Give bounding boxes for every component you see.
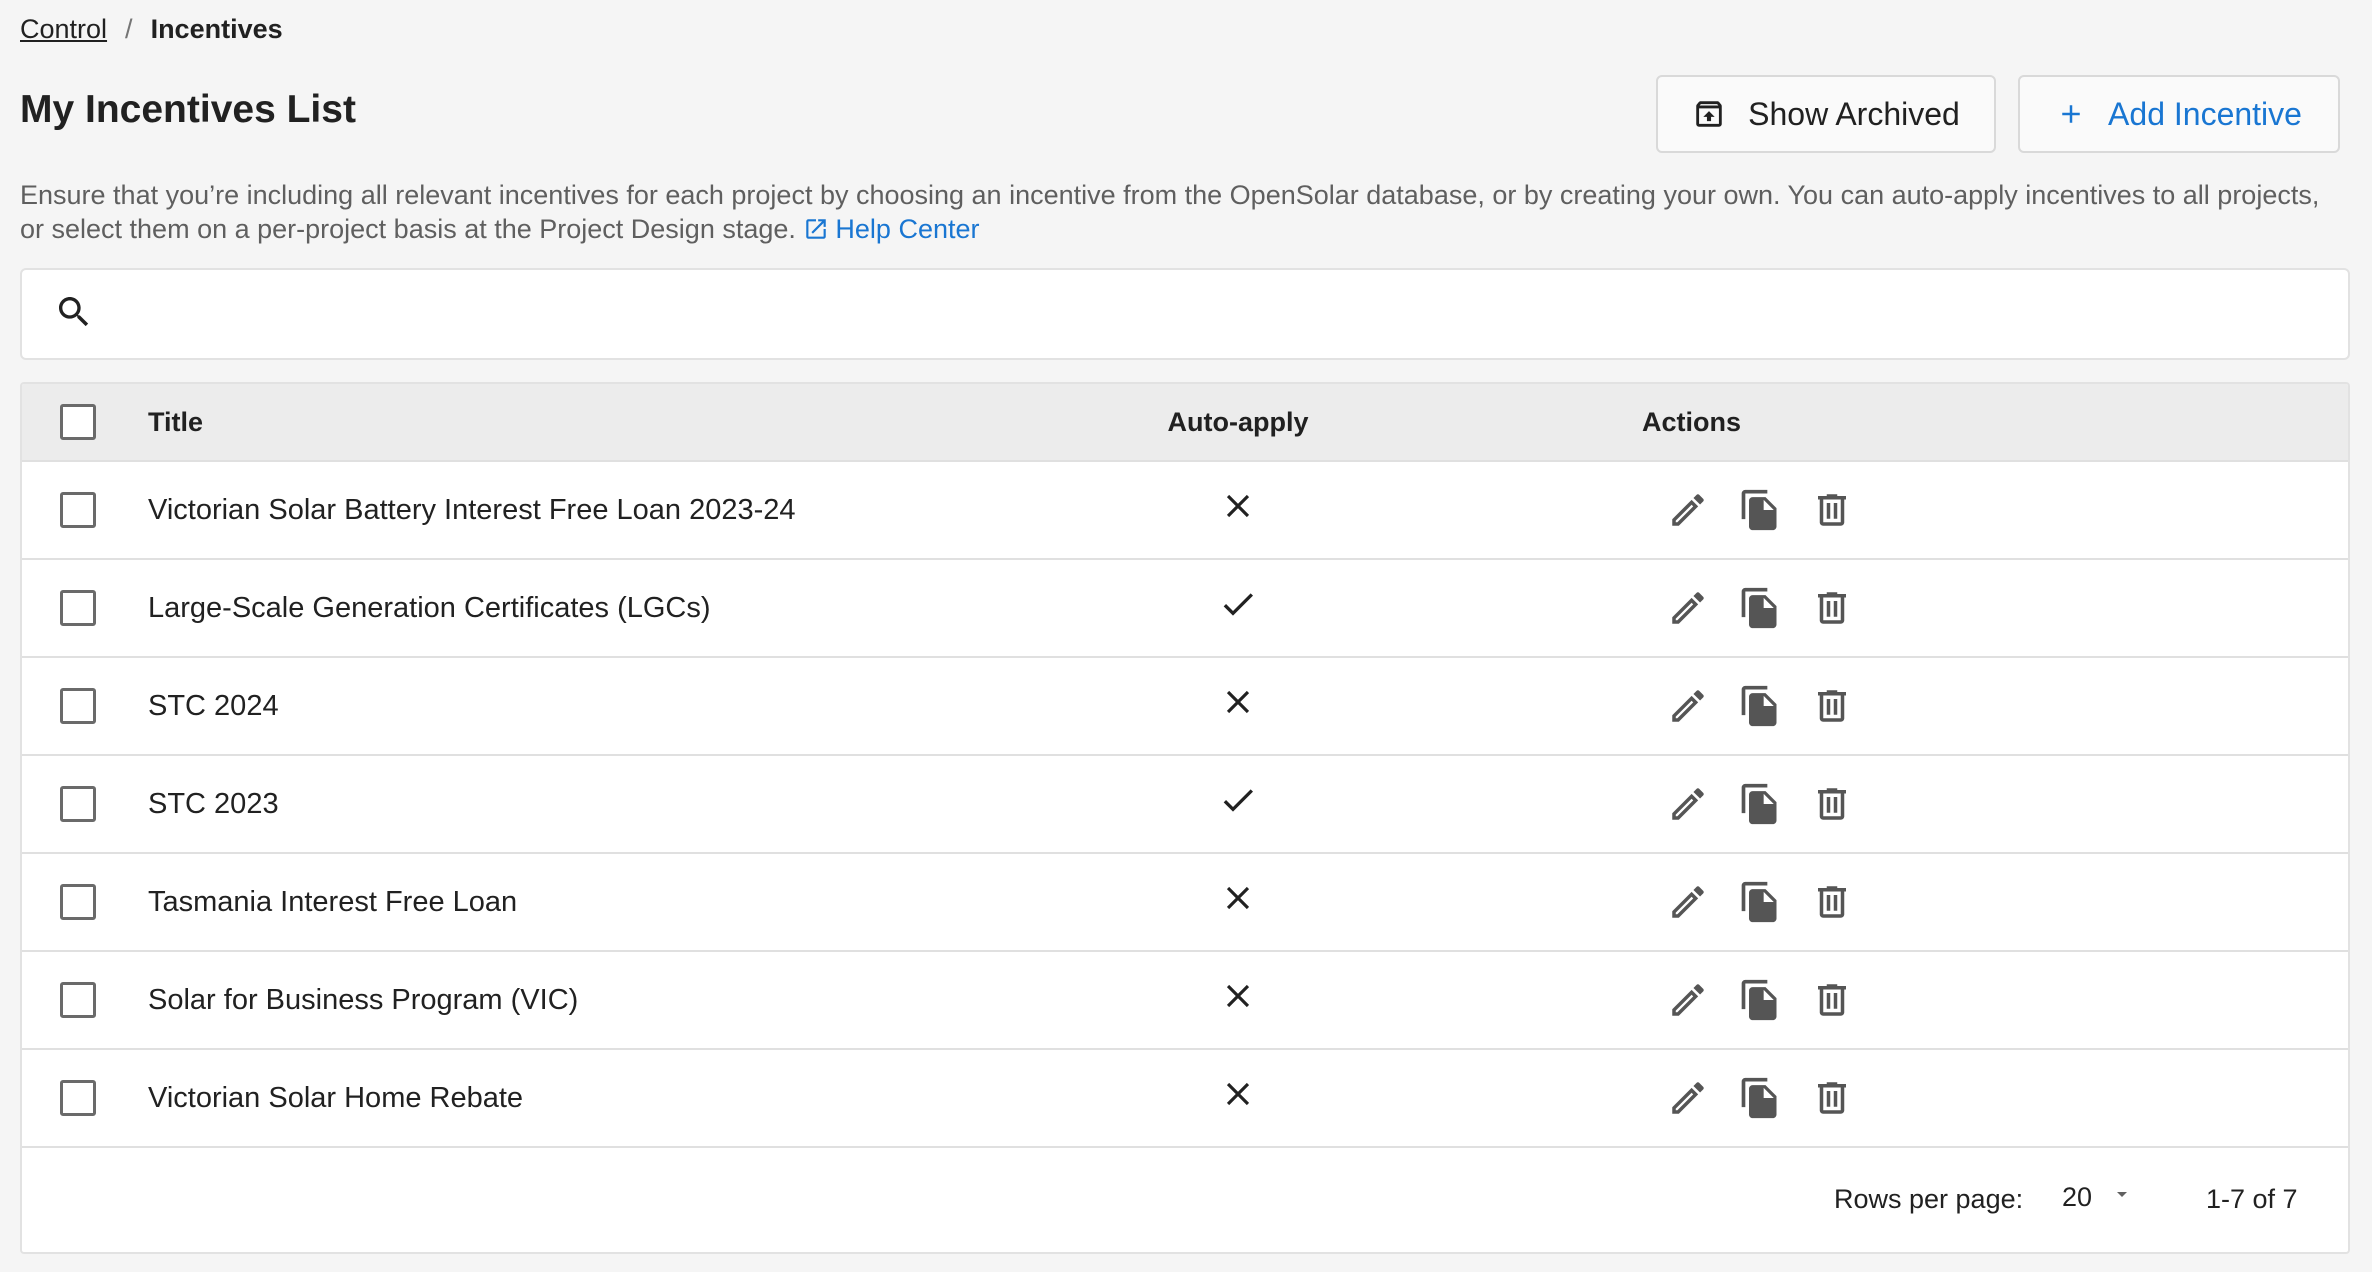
row-checkbox[interactable] (60, 982, 96, 1018)
row-title: Solar for Business Program (VIC) (148, 983, 579, 1016)
check-icon (1218, 780, 1258, 828)
table-row[interactable]: Victorian Solar Battery Interest Free Lo… (22, 462, 2348, 560)
help-center-label: Help Center (835, 214, 980, 244)
incentives-page: Control / Incentives My Incentives List … (0, 0, 2372, 1272)
row-checkbox[interactable] (60, 492, 96, 528)
table-row[interactable]: Victorian Solar Home Rebate (22, 1050, 2348, 1148)
delete-icon[interactable] (1808, 682, 1856, 730)
row-title: Victorian Solar Home Rebate (148, 1081, 524, 1114)
incentives-table: Title Auto-apply Actions Victorian Solar… (20, 382, 2350, 1254)
breadcrumb: Control / Incentives (20, 14, 283, 45)
table-pagination: Rows per page: 20 1-7 of 7 (22, 1148, 2348, 1252)
page-title: My Incentives List (20, 88, 356, 131)
header-title: Title (148, 406, 204, 437)
table-row[interactable]: Large-Scale Generation Certificates (LGC… (22, 560, 2348, 658)
duplicate-icon[interactable] (1736, 878, 1784, 926)
row-title: STC 2023 (148, 787, 279, 820)
table-row[interactable]: Tasmania Interest Free Loan (22, 854, 2348, 952)
show-archived-button[interactable]: Show Archived (1656, 75, 1996, 153)
add-incentive-button[interactable]: Add Incentive (2018, 75, 2340, 153)
table-row[interactable]: STC 2023 (22, 756, 2348, 854)
table-body: Victorian Solar Battery Interest Free Lo… (22, 462, 2348, 1148)
table-row[interactable]: STC 2024 (22, 658, 2348, 756)
page-range: 1-7 of 7 (2206, 1184, 2298, 1214)
delete-icon[interactable] (1808, 486, 1856, 534)
edit-icon[interactable] (1664, 780, 1712, 828)
row-checkbox[interactable] (60, 1080, 96, 1116)
delete-icon[interactable] (1808, 976, 1856, 1024)
breadcrumb-control-link[interactable]: Control (20, 14, 107, 45)
close-icon (1219, 879, 1257, 925)
header-actions: Actions (1642, 406, 1742, 437)
edit-icon[interactable] (1664, 682, 1712, 730)
table-row[interactable]: Solar for Business Program (VIC) (22, 952, 2348, 1050)
page-description: Ensure that you’re including all relevan… (20, 178, 2340, 250)
row-title: Tasmania Interest Free Loan (148, 885, 518, 918)
row-checkbox[interactable] (60, 688, 96, 724)
table-header: Title Auto-apply Actions (22, 384, 2348, 462)
breadcrumb-separator: / (125, 14, 133, 44)
edit-icon[interactable] (1664, 584, 1712, 632)
row-title: STC 2024 (148, 689, 279, 722)
archive-icon (1692, 97, 1726, 131)
delete-icon[interactable] (1808, 584, 1856, 632)
check-icon (1218, 584, 1258, 632)
caret-down-icon (2110, 1182, 2134, 1213)
row-title: Large-Scale Generation Certificates (LGC… (148, 591, 711, 624)
close-icon (1219, 487, 1257, 533)
close-icon (1219, 683, 1257, 729)
search-bar (20, 268, 2350, 360)
edit-icon[interactable] (1664, 1074, 1712, 1122)
edit-icon[interactable] (1664, 878, 1712, 926)
duplicate-icon[interactable] (1736, 1074, 1784, 1122)
select-all-checkbox[interactable] (60, 404, 96, 440)
open-in-new-icon (803, 216, 829, 250)
search-input[interactable] (114, 298, 2348, 330)
close-icon (1219, 1075, 1257, 1121)
rows-per-page-value: 20 (2062, 1182, 2093, 1212)
row-checkbox[interactable] (60, 884, 96, 920)
duplicate-icon[interactable] (1736, 486, 1784, 534)
duplicate-icon[interactable] (1736, 584, 1784, 632)
rows-per-page-select[interactable]: 20 (2062, 1182, 2134, 1213)
duplicate-icon[interactable] (1736, 682, 1784, 730)
delete-icon[interactable] (1808, 780, 1856, 828)
breadcrumb-current: Incentives (150, 14, 283, 44)
edit-icon[interactable] (1664, 976, 1712, 1024)
plus-icon (2056, 99, 2086, 129)
edit-icon[interactable] (1664, 486, 1712, 534)
row-title: Victorian Solar Battery Interest Free Lo… (148, 493, 796, 526)
duplicate-icon[interactable] (1736, 780, 1784, 828)
duplicate-icon[interactable] (1736, 976, 1784, 1024)
delete-icon[interactable] (1808, 878, 1856, 926)
help-center-link[interactable]: Help Center (803, 214, 980, 244)
close-icon (1219, 977, 1257, 1023)
add-incentive-label: Add Incentive (2108, 95, 2302, 132)
row-checkbox[interactable] (60, 786, 96, 822)
rows-per-page-label: Rows per page: (1834, 1184, 2024, 1214)
search-icon (54, 292, 94, 337)
row-checkbox[interactable] (60, 590, 96, 626)
show-archived-label: Show Archived (1748, 95, 1960, 132)
header-auto-apply: Auto-apply (1167, 406, 1309, 437)
description-text: Ensure that you’re including all relevan… (20, 180, 2320, 244)
delete-icon[interactable] (1808, 1074, 1856, 1122)
